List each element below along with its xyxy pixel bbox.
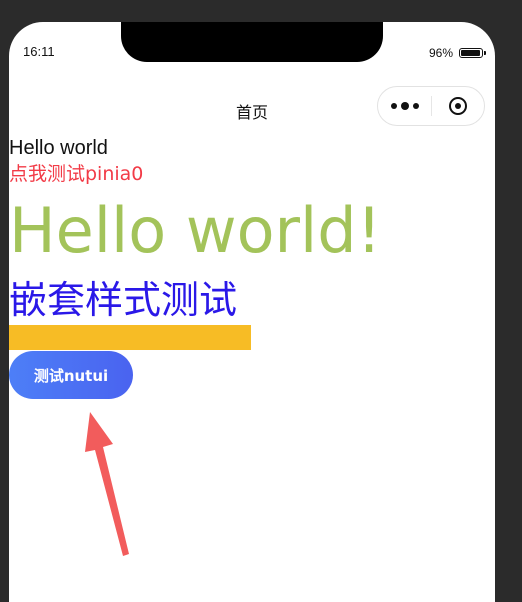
nested-style-test-text: 嵌套样式测试 bbox=[9, 278, 238, 322]
hello-world-text: Hello world bbox=[9, 137, 108, 159]
nutui-test-button[interactable]: 测试nutui bbox=[9, 351, 133, 399]
status-time: 16:11 bbox=[23, 44, 55, 59]
battery-icon bbox=[459, 48, 486, 58]
hello-world-heading: Hello world! bbox=[9, 194, 382, 267]
mini-program-capsule bbox=[377, 86, 485, 126]
target-ring bbox=[448, 97, 467, 115]
more-dot bbox=[400, 102, 409, 110]
target-dot bbox=[454, 103, 461, 109]
camera-notch bbox=[121, 22, 383, 62]
target-icon[interactable] bbox=[432, 97, 484, 115]
yellow-bar bbox=[9, 325, 251, 350]
more-icon[interactable] bbox=[378, 102, 431, 110]
more-dot bbox=[412, 103, 419, 109]
pinia-test-link[interactable]: 点我测试pinia0 bbox=[9, 162, 143, 186]
phone-screen: 16:11 96% 首页 Hello world 点我测试pinia0 Hell… bbox=[9, 22, 495, 602]
battery-percent: 96% bbox=[428, 46, 453, 60]
battery-fill bbox=[461, 50, 481, 56]
more-dot bbox=[390, 103, 397, 109]
status-bar-right: 96% bbox=[428, 46, 486, 60]
